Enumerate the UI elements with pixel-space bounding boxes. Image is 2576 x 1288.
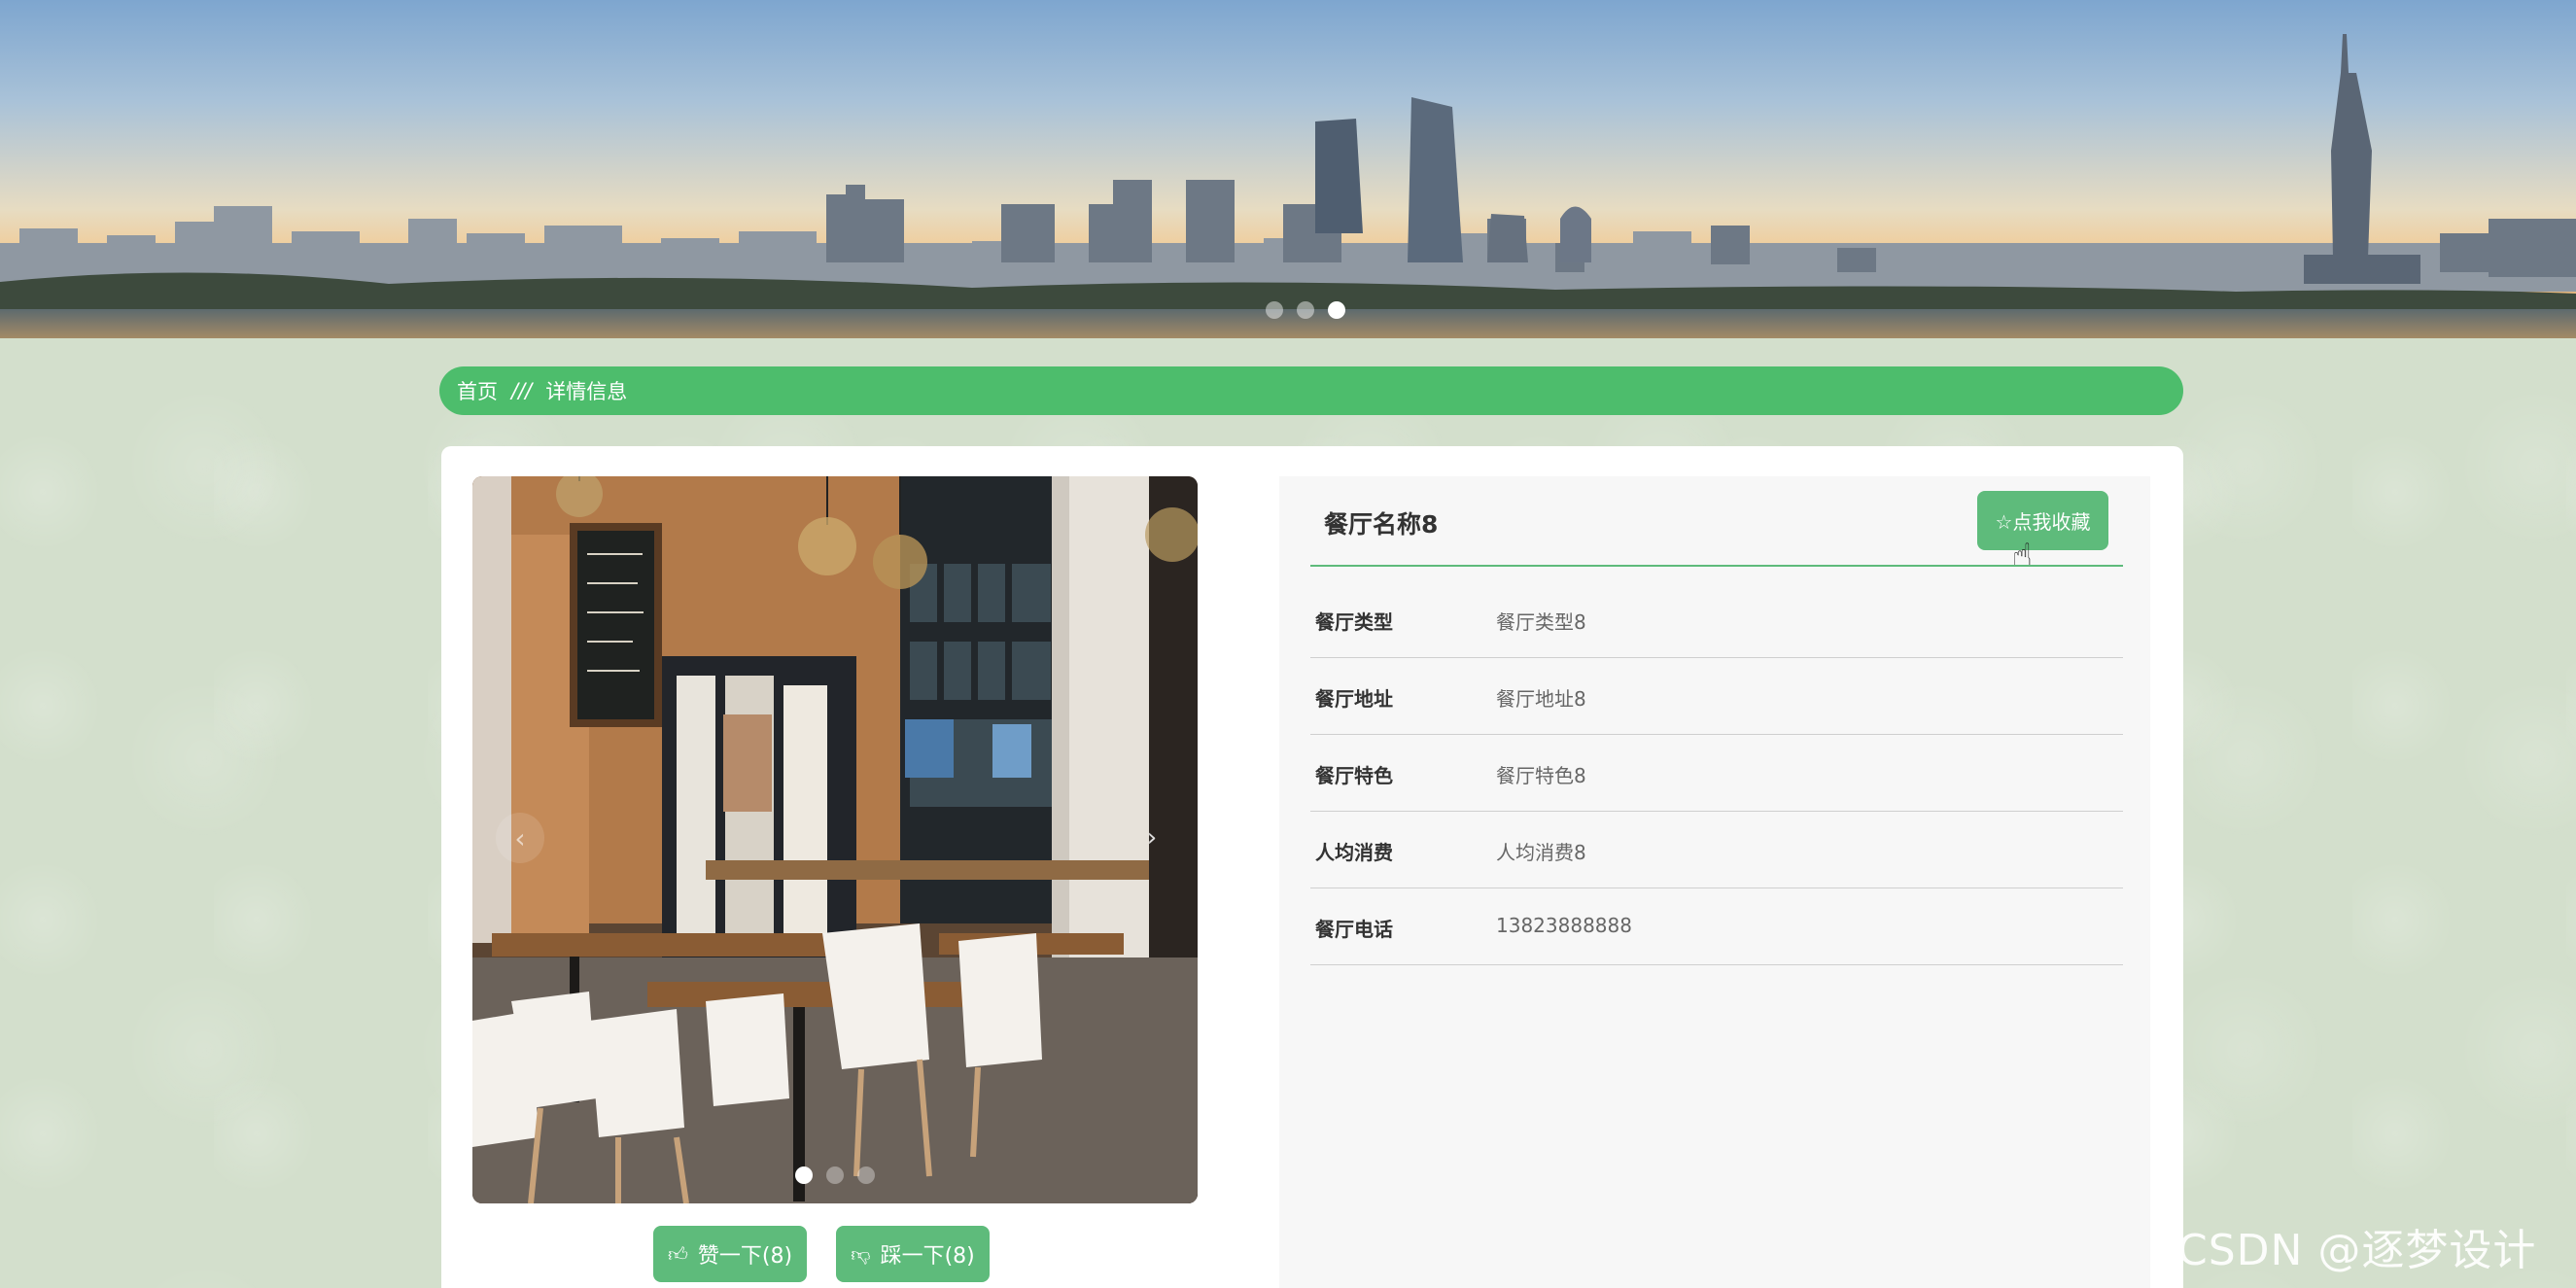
restaurant-photo-carousel[interactable] bbox=[472, 476, 1198, 1203]
watermark: CSDN @逐梦设计 bbox=[2177, 1226, 2537, 1275]
field-row-average-cost: 人均消费 人均消费8 bbox=[1310, 812, 2123, 888]
photo-dot-3[interactable] bbox=[857, 1166, 875, 1184]
banner-pagination bbox=[1266, 301, 1345, 319]
field-label: 餐厅电话 bbox=[1315, 918, 1393, 941]
title-divider bbox=[1310, 565, 2123, 567]
banner-dot-1[interactable] bbox=[1266, 301, 1283, 319]
photo-dot-1[interactable] bbox=[795, 1166, 813, 1184]
field-value: 人均消费8 bbox=[1496, 841, 1586, 864]
field-label: 餐厅类型 bbox=[1315, 610, 1393, 634]
field-label: 餐厅地址 bbox=[1315, 687, 1393, 711]
field-label: 餐厅特色 bbox=[1315, 764, 1393, 787]
hand-pointer-icon: ☝ bbox=[2012, 537, 2033, 575]
like-button[interactable]: 👍︎ 赞一下(8) bbox=[653, 1226, 807, 1282]
field-row-type: 餐厅类型 餐厅类型8 bbox=[1310, 581, 2123, 658]
city-skyline-image bbox=[0, 34, 2576, 338]
field-value: 13823888888 bbox=[1496, 914, 1632, 937]
breadcrumb-current: 详情信息 bbox=[545, 380, 628, 403]
field-value: 餐厅地址8 bbox=[1496, 687, 1586, 711]
favorite-button[interactable]: ☆点我收藏 bbox=[1977, 491, 2108, 550]
field-row-feature: 餐厅特色 餐厅特色8 bbox=[1310, 735, 2123, 812]
photo-dot-2[interactable] bbox=[826, 1166, 844, 1184]
photo-prev-arrow[interactable]: ‹ bbox=[496, 813, 544, 863]
like-button-label: 赞一下(8) bbox=[697, 1244, 793, 1269]
banner-dot-2[interactable] bbox=[1297, 301, 1314, 319]
hero-banner bbox=[0, 0, 2576, 338]
photo-pagination bbox=[795, 1166, 875, 1184]
restaurant-interior-image bbox=[472, 476, 1198, 1203]
field-row-phone: 餐厅电话 13823888888 bbox=[1310, 888, 2123, 965]
field-value: 餐厅类型8 bbox=[1496, 610, 1586, 634]
field-label: 人均消费 bbox=[1315, 841, 1393, 864]
restaurant-name-title: 餐厅名称8 bbox=[1324, 510, 1439, 539]
field-row-address: 餐厅地址 餐厅地址8 bbox=[1310, 658, 2123, 735]
dislike-button[interactable]: 👎︎ 踩一下(8) bbox=[836, 1226, 990, 1282]
breadcrumb-home-link[interactable]: 首页 bbox=[457, 376, 498, 405]
field-value: 餐厅特色8 bbox=[1496, 764, 1586, 787]
thumbs-down-icon: 👎︎ bbox=[851, 1241, 871, 1266]
photo-next-arrow[interactable]: › bbox=[1128, 813, 1176, 863]
banner-dot-3[interactable] bbox=[1328, 301, 1345, 319]
breadcrumb-separator: /// bbox=[511, 379, 533, 402]
dislike-button-label: 踩一下(8) bbox=[880, 1244, 975, 1269]
breadcrumb: 首页 /// 详情信息 bbox=[439, 366, 2183, 415]
thumbs-up-icon: 👍︎ bbox=[667, 1241, 688, 1266]
